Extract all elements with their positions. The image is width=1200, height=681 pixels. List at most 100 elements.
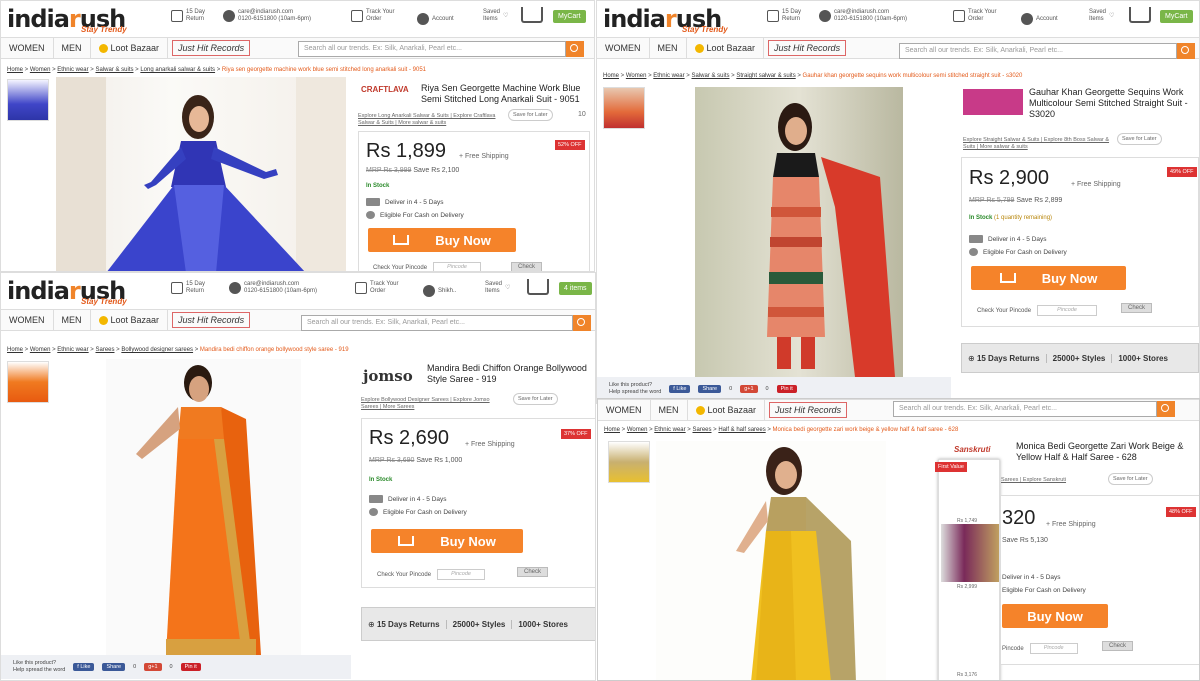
nav-loot-bazaar[interactable]: Loot Bazaar xyxy=(91,310,169,330)
cod-icon xyxy=(366,211,375,220)
product-thumbnail[interactable] xyxy=(603,87,645,129)
pinterest-button[interactable]: Pin it xyxy=(180,663,201,671)
nav-women[interactable]: WOMEN xyxy=(1,310,54,330)
phone-icon xyxy=(819,10,831,22)
product-image[interactable] xyxy=(656,441,886,680)
search-input[interactable]: Search all our trends. Ex: Silk, Anarkal… xyxy=(298,41,566,57)
search-input[interactable]: Search all our trends. Ex: Silk, Anarkal… xyxy=(899,43,1177,59)
search-icon[interactable] xyxy=(1177,43,1195,59)
nav-loot-bazaar[interactable]: Loot Bazaar xyxy=(687,38,765,58)
brand-logo[interactable]: CRAFTLAVA xyxy=(361,85,409,94)
pincode-check[interactable]: Pincode Pincode xyxy=(1002,643,1078,654)
save-for-later-button[interactable]: Save for Later xyxy=(513,393,558,405)
explore-links[interactable]: Explore Bollywood Designer Sarees | Expl… xyxy=(361,397,501,411)
save-for-later-button[interactable]: Save for Later xyxy=(1117,133,1162,145)
track-order-link[interactable]: Track Your Order xyxy=(355,281,398,295)
track-order-link[interactable]: Track Your Order xyxy=(351,9,394,23)
nav-just-hit-records[interactable]: Just Hit Records xyxy=(768,40,847,56)
buy-now-button[interactable]: Buy Now xyxy=(368,228,516,252)
nav-loot-bazaar[interactable]: Loot Bazaar xyxy=(688,400,766,420)
account-menu[interactable]: Account xyxy=(417,13,454,25)
facebook-share-button[interactable]: Share xyxy=(698,385,722,393)
product-thumbnail[interactable] xyxy=(608,441,650,483)
pincode-check[interactable]: Check Your Pincode Pincode xyxy=(373,262,482,271)
product-image[interactable] xyxy=(695,87,903,377)
mycart-button[interactable]: 4 items xyxy=(559,282,592,295)
related-thumbnail[interactable] xyxy=(941,524,999,582)
track-order-link[interactable]: Track Your Order xyxy=(953,9,996,23)
product-thumbnail[interactable] xyxy=(7,361,49,403)
facebook-like-button[interactable]: f Like xyxy=(669,385,691,393)
check-button[interactable]: Check xyxy=(1121,303,1153,313)
nav-men[interactable]: MEN xyxy=(651,400,688,420)
nav-men[interactable]: MEN xyxy=(54,310,91,330)
stock-status: In Stock (1 quantity remaining) xyxy=(969,215,1053,221)
pincode-check[interactable]: Check Your Pincode Pincode xyxy=(977,305,1098,316)
buy-now-button[interactable]: Buy Now xyxy=(971,266,1126,290)
buy-now-button[interactable]: Buy Now xyxy=(371,529,523,553)
site-tagline: Stay Trendy xyxy=(81,25,127,34)
nav-just-hit-records[interactable]: Just Hit Records xyxy=(172,40,251,56)
nav-men[interactable]: MEN xyxy=(54,38,91,58)
check-button[interactable]: Check xyxy=(517,567,549,577)
free-shipping: + Free Shipping xyxy=(1071,181,1121,188)
saved-items-link[interactable]: Saved Items ♡ xyxy=(485,281,510,295)
stores-stat: 1000+ Stores xyxy=(1118,353,1168,363)
model-multicolour-suit xyxy=(767,103,895,377)
nav-just-hit-records[interactable]: Just Hit Records xyxy=(769,402,848,418)
nav-loot-bazaar[interactable]: Loot Bazaar xyxy=(91,38,169,58)
search-icon[interactable] xyxy=(1157,401,1175,417)
product-thumbnail[interactable] xyxy=(7,79,49,121)
search-input[interactable]: Search all our trends. Ex: Silk, Anarkal… xyxy=(893,401,1157,417)
explore-links[interactable]: Sarees | Explore Sanskruti xyxy=(1001,477,1101,484)
product-image[interactable] xyxy=(106,359,301,655)
saved-items-link[interactable]: Saved Items ♡ xyxy=(483,9,508,23)
model-blue-anarkali xyxy=(56,77,346,271)
nav-women[interactable]: WOMEN xyxy=(597,38,650,58)
pinterest-button[interactable]: Pin it xyxy=(776,385,797,393)
delivery-info: Deliver in 4 - 5 Days Eligible For Cash o… xyxy=(969,233,1067,259)
search-icon[interactable] xyxy=(566,41,584,57)
nav-women[interactable]: WOMEN xyxy=(1,38,54,58)
discount-badge: 37% OFF xyxy=(561,429,591,439)
cart-icon[interactable] xyxy=(1129,7,1151,23)
search-icon[interactable] xyxy=(573,315,591,331)
save-for-later-button[interactable]: Save for Later xyxy=(508,109,553,121)
truck-icon xyxy=(351,10,363,22)
nav-men[interactable]: MEN xyxy=(650,38,687,58)
product-image[interactable] xyxy=(56,77,346,271)
nav-women[interactable]: WOMEN xyxy=(598,400,651,420)
pincode-check[interactable]: Check Your Pincode Pincode xyxy=(377,569,486,580)
search-input[interactable]: Search all our trends. Ex: Silk, Anarkal… xyxy=(301,315,573,331)
google-plus-button[interactable]: g+1 xyxy=(144,663,162,671)
saved-items-link[interactable]: Saved Items ♡ xyxy=(1089,9,1114,23)
cart-icon[interactable] xyxy=(521,7,543,23)
truck-icon xyxy=(953,10,965,22)
brand-logo[interactable] xyxy=(963,89,1023,115)
explore-links[interactable]: Explore Long Anarkali Salwar & Suits | E… xyxy=(358,113,498,127)
nav-just-hit-records[interactable]: Just Hit Records xyxy=(172,312,251,328)
check-button[interactable]: Check xyxy=(511,262,543,271)
heart-icon: ♡ xyxy=(1109,12,1115,19)
price: 320 xyxy=(1002,507,1036,529)
mycart-button[interactable]: MyCart xyxy=(553,10,586,23)
buy-now-button[interactable]: Buy Now xyxy=(1002,604,1108,628)
google-plus-button[interactable]: g+1 xyxy=(740,385,758,393)
facebook-like-button[interactable]: f Like xyxy=(73,663,95,671)
brand-logo[interactable]: jomso xyxy=(363,367,413,385)
site-tagline: Stay Trendy xyxy=(682,25,728,34)
delivery-info: Deliver in 4 - 5 Days Eligible For Cash o… xyxy=(1002,574,1086,594)
related-products-strip[interactable]: First Value Rs 1,749 Rs 2,999 Rs 3,176 xyxy=(935,459,1000,680)
explore-links[interactable]: Explore Straight Salwar & Suits | Explor… xyxy=(963,137,1113,151)
cart-icon[interactable] xyxy=(527,279,549,295)
mycart-button[interactable]: MyCart xyxy=(1160,10,1193,23)
facebook-share-button[interactable]: Share xyxy=(102,663,126,671)
account-menu[interactable]: Shikh.. xyxy=(423,285,456,297)
calendar-icon xyxy=(171,282,183,294)
check-button[interactable]: Check xyxy=(1102,641,1134,651)
brand-logo[interactable]: Sanskruti xyxy=(954,445,990,454)
account-menu[interactable]: Account xyxy=(1021,13,1058,25)
mrp-line: MRP Rs 5,799 Save Rs 2,899 xyxy=(969,197,1063,204)
save-for-later-button[interactable]: Save for Later xyxy=(1108,473,1153,485)
stock-status: In Stock xyxy=(366,183,390,189)
